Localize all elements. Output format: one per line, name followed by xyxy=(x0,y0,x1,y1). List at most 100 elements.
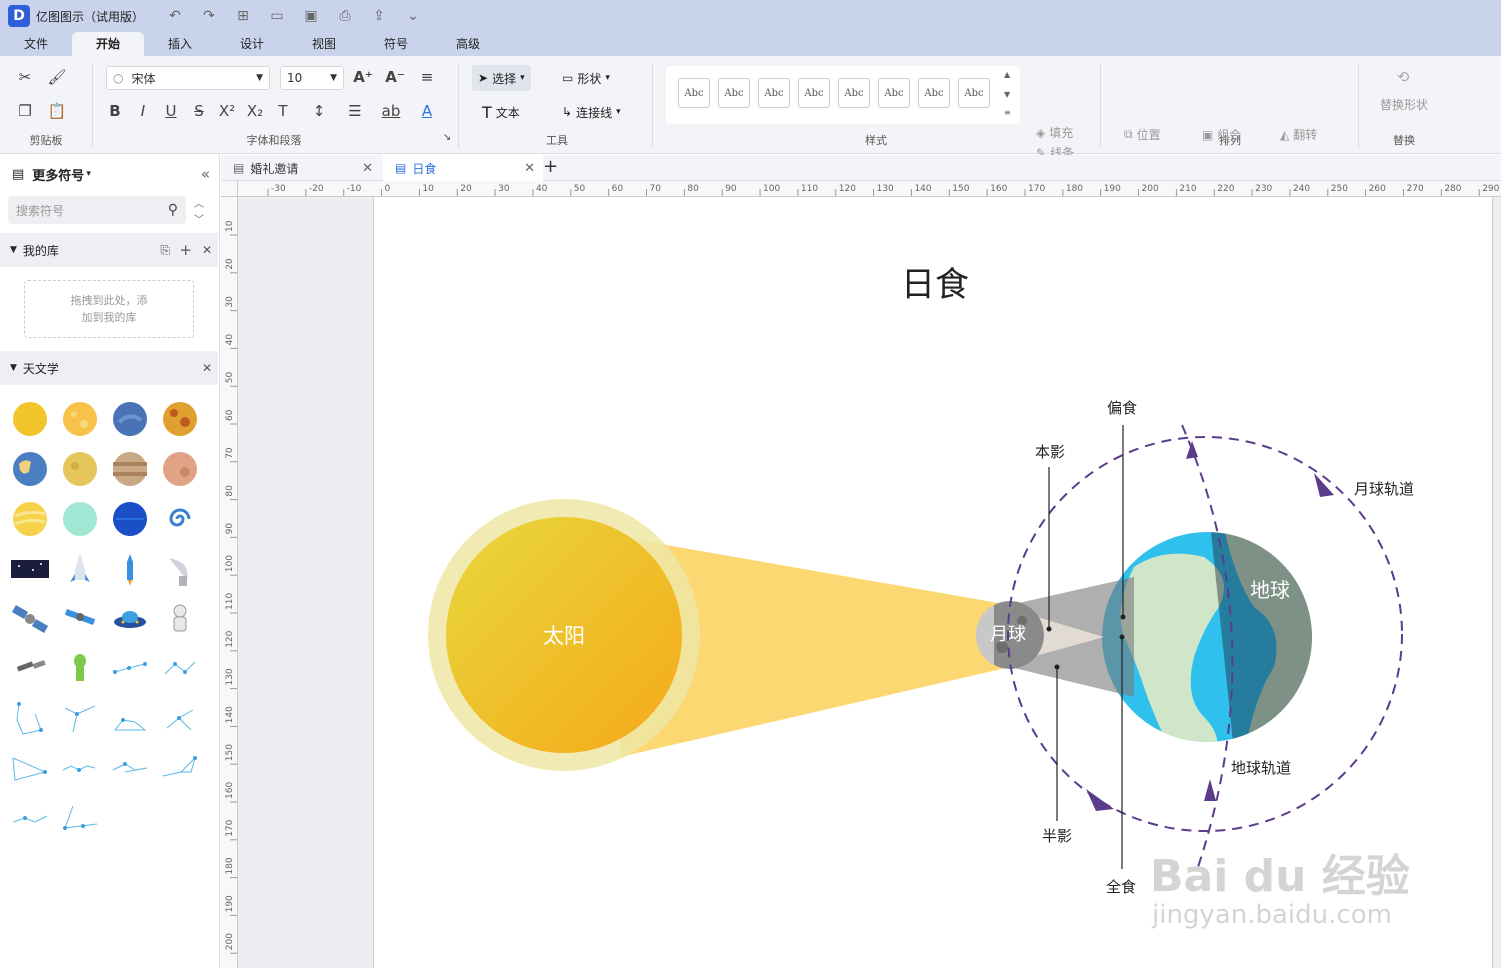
chevron-up-icon[interactable]: ︿ xyxy=(194,195,204,210)
collapse-icon[interactable]: « xyxy=(201,165,210,183)
font-grow-icon[interactable]: A⁺ xyxy=(352,68,374,86)
more-icon[interactable]: ≡ xyxy=(1004,108,1011,117)
constellation-symbol[interactable] xyxy=(11,800,49,838)
io-symbol[interactable] xyxy=(161,400,199,438)
constellation-symbol[interactable] xyxy=(11,750,49,788)
copy-icon[interactable]: ❐ xyxy=(14,102,36,120)
scroll-down-icon[interactable]: ▼ xyxy=(1004,90,1010,99)
search-icon[interactable]: ⚲ xyxy=(168,202,178,218)
galaxy-symbol[interactable] xyxy=(161,500,199,538)
style-preset[interactable]: Abc xyxy=(918,78,950,108)
constellation-symbol[interactable] xyxy=(61,750,99,788)
style-preset[interactable]: Abc xyxy=(838,78,870,108)
earth-label[interactable]: 地球 xyxy=(1250,578,1290,602)
underline-icon[interactable]: U xyxy=(160,102,182,120)
open-folder-icon[interactable]: ▭ xyxy=(268,8,286,24)
tab-solar-eclipse[interactable]: ▤ 日食 ✕ xyxy=(383,155,543,181)
space-station-symbol[interactable] xyxy=(61,600,99,638)
cut-icon[interactable]: ✂ xyxy=(14,68,36,86)
constellation-symbol[interactable] xyxy=(111,750,149,788)
constellation-symbol[interactable] xyxy=(161,700,199,738)
font-shrink-icon[interactable]: A⁻ xyxy=(384,68,406,86)
tab-insert[interactable]: 插入 xyxy=(144,32,216,56)
bold-icon[interactable]: B xyxy=(104,102,126,120)
rocket-symbol[interactable] xyxy=(61,550,99,588)
diagram-title[interactable]: 日食 xyxy=(901,265,969,305)
customize-chevron-icon[interactable]: ⌄ xyxy=(404,8,422,24)
chevron-down-icon[interactable]: ﹀ xyxy=(194,211,204,226)
ufo-symbol[interactable] xyxy=(111,600,149,638)
position-button[interactable]: ⧉ 位置 xyxy=(1124,126,1161,143)
more-symbols-title[interactable]: 更多符号 xyxy=(32,165,84,184)
alien-symbol[interactable] xyxy=(61,650,99,688)
add-tab-icon[interactable]: + xyxy=(543,156,558,177)
moon-orbit-label[interactable]: 月球轨道 xyxy=(1354,480,1414,498)
text-case-icon[interactable]: T xyxy=(272,102,294,120)
import-icon[interactable]: ⎘ xyxy=(160,243,170,258)
telescope-symbol[interactable] xyxy=(11,650,49,688)
redo-icon[interactable]: ↷ xyxy=(200,8,218,24)
font-size-select[interactable]: 10 ▼ xyxy=(280,66,344,90)
close-icon[interactable]: ✕ xyxy=(202,243,212,257)
missile-symbol[interactable] xyxy=(111,550,149,588)
save-icon[interactable]: ▣ xyxy=(302,8,320,24)
flip-button[interactable]: ◭ 翻转 xyxy=(1280,126,1317,143)
font-color-icon[interactable]: A xyxy=(416,102,438,120)
align-icon[interactable]: ≡ xyxy=(416,68,438,86)
tab-view[interactable]: 视图 xyxy=(288,32,360,56)
connector-tool-button[interactable]: ↳ 连接线 ▾ xyxy=(556,99,627,125)
sun-label[interactable]: 太阳 xyxy=(543,624,585,648)
venus-symbol[interactable] xyxy=(61,400,99,438)
tab-symbol[interactable]: 符号 xyxy=(360,32,432,56)
print-icon[interactable]: ⎙ xyxy=(336,8,354,24)
tab-start[interactable]: 开始 xyxy=(72,32,144,56)
constellation-symbol[interactable] xyxy=(161,750,199,788)
satellite-symbol[interactable] xyxy=(11,600,49,638)
tab-wedding-invitation[interactable]: ▤ 婚礼邀请 ✕ xyxy=(221,155,381,181)
font-family-select[interactable]: ○ 宋体 ▼ xyxy=(106,66,270,90)
tab-advanced[interactable]: 高级 xyxy=(432,32,504,56)
uranus-symbol[interactable] xyxy=(61,500,99,538)
constellation-symbol[interactable] xyxy=(161,650,199,688)
style-preset[interactable]: Abc xyxy=(758,78,790,108)
jupiter-symbol[interactable] xyxy=(111,450,149,488)
undo-icon[interactable]: ↶ xyxy=(166,8,184,24)
umbra-label[interactable]: 本影 xyxy=(1035,443,1065,461)
neptune-symbol[interactable] xyxy=(111,400,149,438)
style-preset[interactable]: Abc xyxy=(798,78,830,108)
symbol-search-input[interactable]: 搜索符号 ⚲ xyxy=(8,196,186,224)
close-icon[interactable]: ✕ xyxy=(524,161,535,176)
constellation-symbol[interactable] xyxy=(61,800,99,838)
style-preset[interactable]: Abc xyxy=(678,78,710,108)
export-icon[interactable]: ⇪ xyxy=(370,8,388,24)
highlight-icon[interactable]: ab xyxy=(380,102,402,120)
text-tool-button[interactable]: T 文本 xyxy=(476,99,526,125)
close-icon[interactable]: ✕ xyxy=(202,361,212,375)
close-icon[interactable]: ✕ xyxy=(362,161,373,176)
subscript-icon[interactable]: X₂ xyxy=(244,102,266,120)
astronaut-symbol[interactable] xyxy=(161,600,199,638)
constellation-symbol[interactable] xyxy=(11,700,49,738)
group-button[interactable]: ▣ 组合 xyxy=(1202,126,1241,143)
constellation-symbol[interactable] xyxy=(61,700,99,738)
style-preset[interactable]: Abc xyxy=(718,78,750,108)
my-library-header[interactable]: ▼ 我的库 ⎘ + ✕ xyxy=(0,233,218,267)
earth[interactable] xyxy=(1102,516,1344,757)
new-icon[interactable]: ⊞ xyxy=(234,8,252,24)
strikethrough-icon[interactable]: S xyxy=(188,102,210,120)
astronomy-header[interactable]: ▼ 天文学 ✕ xyxy=(0,351,218,385)
chevron-down-icon[interactable]: ▾ xyxy=(86,169,91,179)
paste-icon[interactable]: 📋 xyxy=(46,102,68,120)
saturn-symbol[interactable] xyxy=(11,500,49,538)
replace-shape-icon[interactable]: ⟲ xyxy=(1392,68,1414,86)
constellation-symbol[interactable] xyxy=(111,650,149,688)
shape-tool-button[interactable]: ▭ 形状 ▾ xyxy=(556,65,616,91)
total-eclipse-label[interactable]: 全食 xyxy=(1106,878,1136,896)
moon-symbol[interactable] xyxy=(61,450,99,488)
italic-icon[interactable]: I xyxy=(132,102,154,120)
tab-design[interactable]: 设计 xyxy=(216,32,288,56)
line-spacing-icon[interactable]: ↕ xyxy=(308,102,330,120)
style-preset[interactable]: Abc xyxy=(958,78,990,108)
tab-file[interactable]: 文件 xyxy=(0,32,72,56)
library-drop-area[interactable]: 拖拽到此处，添 加到我的库 xyxy=(24,280,194,338)
